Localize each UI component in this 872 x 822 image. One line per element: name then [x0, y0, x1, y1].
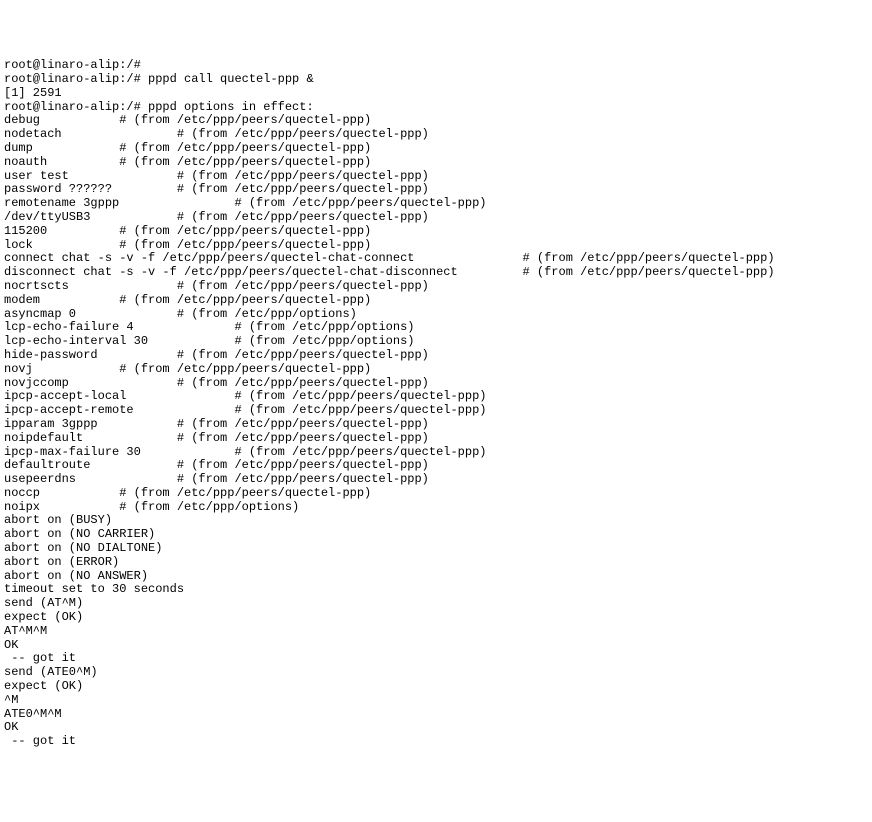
terminal-line: AT^M^M	[4, 625, 868, 639]
terminal-line: usepeerdns # (from /etc/ppp/peers/quecte…	[4, 473, 868, 487]
terminal-line: hide-password # (from /etc/ppp/peers/que…	[4, 349, 868, 363]
terminal-line: noccp # (from /etc/ppp/peers/quectel-ppp…	[4, 487, 868, 501]
terminal-line: expect (OK)	[4, 611, 868, 625]
terminal-line: OK	[4, 639, 868, 653]
terminal-line: abort on (ERROR)	[4, 556, 868, 570]
terminal-line: defaultroute # (from /etc/ppp/peers/quec…	[4, 459, 868, 473]
terminal-line: novj # (from /etc/ppp/peers/quectel-ppp)	[4, 363, 868, 377]
terminal-line: abort on (BUSY)	[4, 514, 868, 528]
terminal-line: OK	[4, 721, 868, 735]
terminal-line: remotename 3gppp # (from /etc/ppp/peers/…	[4, 197, 868, 211]
terminal-line: password ?????? # (from /etc/ppp/peers/q…	[4, 183, 868, 197]
terminal-line: ^M	[4, 694, 868, 708]
terminal-line: [1] 2591	[4, 87, 868, 101]
terminal-line: connect chat -s -v -f /etc/ppp/peers/que…	[4, 252, 868, 266]
terminal-line: expect (OK)	[4, 680, 868, 694]
terminal-line: send (ATE0^M)	[4, 666, 868, 680]
terminal-line: noipx # (from /etc/ppp/options)	[4, 501, 868, 515]
terminal-line: ATE0^M^M	[4, 708, 868, 722]
terminal-line: root@linaro-alip:/#	[4, 59, 868, 73]
terminal-line: noipdefault # (from /etc/ppp/peers/quect…	[4, 432, 868, 446]
terminal-line: abort on (NO ANSWER)	[4, 570, 868, 584]
terminal-line: ipcp-accept-remote # (from /etc/ppp/peer…	[4, 404, 868, 418]
terminal-line: -- got it	[4, 652, 868, 666]
terminal-line: asyncmap 0 # (from /etc/ppp/options)	[4, 308, 868, 322]
terminal-line: novjccomp # (from /etc/ppp/peers/quectel…	[4, 377, 868, 391]
terminal-output: root@linaro-alip:/#root@linaro-alip:/# p…	[4, 59, 868, 749]
terminal-line: abort on (NO DIALTONE)	[4, 542, 868, 556]
terminal-line: lcp-echo-failure 4 # (from /etc/ppp/opti…	[4, 321, 868, 335]
terminal-line: nocrtscts # (from /etc/ppp/peers/quectel…	[4, 280, 868, 294]
terminal-line: nodetach # (from /etc/ppp/peers/quectel-…	[4, 128, 868, 142]
terminal-line: ipcp-accept-local # (from /etc/ppp/peers…	[4, 390, 868, 404]
terminal-line: debug # (from /etc/ppp/peers/quectel-ppp…	[4, 114, 868, 128]
terminal-line: lock # (from /etc/ppp/peers/quectel-ppp)	[4, 239, 868, 253]
terminal-line: root@linaro-alip:/# pppd options in effe…	[4, 101, 868, 115]
terminal-line: 115200 # (from /etc/ppp/peers/quectel-pp…	[4, 225, 868, 239]
terminal-line: ipparam 3gppp # (from /etc/ppp/peers/que…	[4, 418, 868, 432]
terminal-line: send (AT^M)	[4, 597, 868, 611]
terminal-line: abort on (NO CARRIER)	[4, 528, 868, 542]
terminal-line: noauth # (from /etc/ppp/peers/quectel-pp…	[4, 156, 868, 170]
terminal-line: /dev/ttyUSB3 # (from /etc/ppp/peers/quec…	[4, 211, 868, 225]
terminal-line: root@linaro-alip:/# pppd call quectel-pp…	[4, 73, 868, 87]
terminal-line: modem # (from /etc/ppp/peers/quectel-ppp…	[4, 294, 868, 308]
terminal-line: disconnect chat -s -v -f /etc/ppp/peers/…	[4, 266, 868, 280]
terminal-line: timeout set to 30 seconds	[4, 583, 868, 597]
terminal-line: ipcp-max-failure 30 # (from /etc/ppp/pee…	[4, 446, 868, 460]
terminal-line: user test # (from /etc/ppp/peers/quectel…	[4, 170, 868, 184]
terminal-line: -- got it	[4, 735, 868, 749]
terminal-line: lcp-echo-interval 30 # (from /etc/ppp/op…	[4, 335, 868, 349]
terminal-line: dump # (from /etc/ppp/peers/quectel-ppp)	[4, 142, 868, 156]
